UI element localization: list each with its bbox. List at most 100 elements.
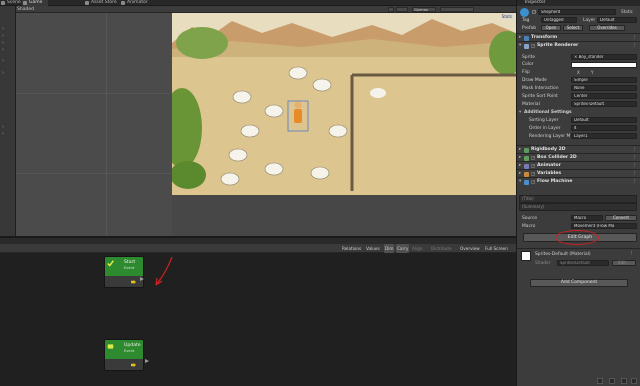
overview-button[interactable]: Overview (460, 244, 480, 253)
sprite-field[interactable]: × Boy_stander (571, 54, 637, 60)
enabled-checkbox[interactable]: ✓ (531, 155, 535, 160)
graph-inspector-panel (172, 195, 516, 236)
flow-title-field[interactable]: (Title) (519, 195, 637, 203)
scene-search-input[interactable] (440, 7, 474, 12)
stats-button[interactable]: Stats (500, 14, 513, 19)
values-toggle[interactable]: Values (366, 244, 380, 253)
node-title: Start (124, 260, 136, 265)
port-arrow-icon[interactable] (145, 359, 149, 363)
enabled-checkbox[interactable]: ✓ (531, 43, 535, 48)
collapse-arrow-icon[interactable]: ▸ (519, 171, 521, 176)
macro-field[interactable]: Movement (Flow Ma (571, 223, 637, 229)
transform-component[interactable]: ▸ Transform ⋮ (517, 33, 640, 41)
bottom-status-icon[interactable] (609, 378, 615, 384)
hierarchy-arrow-icon[interactable]: › (2, 58, 4, 64)
material-field[interactable]: Sprites-Default (571, 101, 637, 107)
collapse-arrow-icon[interactable]: ▸ (519, 147, 521, 152)
sprite-renderer-icon (524, 43, 529, 49)
bottom-status-icon[interactable] (631, 378, 637, 384)
hierarchy-arrow-icon[interactable]: › (2, 40, 4, 46)
bottom-status-icon[interactable] (621, 378, 627, 384)
active-checkbox[interactable]: ✓ (532, 10, 536, 14)
rigidbody2d-component[interactable]: ▸ Rigidbody 2D ⋮ (517, 145, 640, 153)
shading-mode-dropdown[interactable]: Shaded (17, 6, 34, 13)
bottom-status-icon[interactable] (597, 378, 603, 384)
source-dropdown[interactable]: Macro (571, 215, 603, 221)
enabled-checkbox[interactable]: ✓ (531, 163, 535, 168)
hierarchy-arrow-icon[interactable]: › (2, 26, 4, 32)
flip-x-toggle[interactable]: X (577, 70, 580, 75)
static-toggle[interactable]: Static (621, 9, 633, 14)
dim-toggle[interactable]: Dim (384, 244, 395, 253)
effects-toggle-icon[interactable] (396, 7, 408, 12)
mask-interaction-dropdown[interactable]: None (571, 85, 637, 91)
relations-toggle[interactable]: Relations (342, 244, 361, 253)
tag-dropdown[interactable]: Untagged (541, 17, 577, 23)
draw-mode-dropdown[interactable]: Simple (571, 77, 637, 83)
object-name-field[interactable]: Shepherd (538, 9, 616, 15)
port-arrow-icon[interactable] (140, 277, 144, 281)
graph-canvas[interactable]: Start Event Update Event (0, 253, 516, 386)
start-event-node[interactable]: Start Event (104, 256, 144, 288)
flow-output-icon[interactable] (131, 363, 136, 367)
component-menu-icon[interactable]: ⋮ (633, 178, 639, 186)
hierarchy-arrow-icon[interactable]: › (2, 70, 4, 76)
transform-icon (524, 35, 529, 41)
gizmos-dropdown[interactable]: Gizmos (412, 7, 436, 12)
hierarchy-arrow-icon[interactable]: › (2, 131, 4, 137)
material-menu-icon[interactable]: ⋮ (629, 251, 634, 256)
order-in-layer-field[interactable]: 4 (571, 125, 637, 131)
layer-dropdown[interactable]: Default (597, 17, 637, 23)
collider-icon (524, 155, 529, 161)
annotation-arrow (155, 256, 173, 286)
align-dropdown[interactable]: Align (412, 244, 423, 253)
add-component-button[interactable]: Add Component (530, 279, 628, 287)
store-icon (85, 1, 89, 5)
update-event-node[interactable]: Update Event (104, 339, 144, 371)
rendering-layer-dropdown[interactable]: Layer1 (571, 133, 637, 139)
sorting-layer-dropdown[interactable]: Default (571, 117, 637, 123)
collapse-arrow-icon[interactable]: ▸ (519, 155, 521, 160)
inspector-tab[interactable]: Inspector (517, 0, 640, 6)
convert-button[interactable]: Convert (605, 215, 637, 221)
sprite-sort-point-dropdown[interactable]: Center (571, 93, 637, 99)
flow-machine-component[interactable]: ▾ ✓ Flow Machine ⋮ (517, 177, 640, 185)
flow-output-icon[interactable] (131, 280, 136, 284)
flow-summary-field[interactable]: (Summary) (519, 203, 637, 211)
variables-icon (524, 171, 529, 177)
collapse-arrow-icon[interactable]: ▸ (519, 35, 521, 40)
annotation-circle (555, 230, 599, 245)
shader-dropdown[interactable]: Sprites/Default (557, 260, 609, 266)
enabled-checkbox[interactable]: ✓ (531, 171, 535, 176)
audio-toggle-icon[interactable] (388, 7, 394, 12)
distribute-dropdown[interactable]: Distribute (431, 244, 452, 253)
game-background-image: Stats (172, 13, 516, 195)
hierarchy-panel: › › › › › › › › (0, 6, 16, 236)
hierarchy-arrow-icon[interactable]: › (2, 47, 4, 53)
animator-component[interactable]: ▸ ✓ Animator ⋮ (517, 161, 640, 169)
boxcollider2d-component[interactable]: ▸ ✓ Box Collider 2D ⋮ (517, 153, 640, 161)
game-icon (23, 1, 27, 5)
flip-y-toggle[interactable]: Y (591, 70, 593, 75)
variables-component[interactable]: ▸ ✓ Variables ⋮ (517, 169, 640, 177)
prefab-overrides-dropdown[interactable]: Overrides (589, 25, 625, 31)
hierarchy-arrow-icon[interactable]: › (2, 33, 4, 39)
node-subtitle: Event (124, 349, 135, 353)
collapse-arrow-icon[interactable]: ▾ (519, 43, 521, 48)
expand-arrow-icon[interactable]: ▾ (519, 110, 521, 115)
shader-edit-button[interactable]: Edit... (612, 260, 636, 266)
fullscreen-button[interactable]: Full Screen (485, 244, 508, 253)
prefab-select-button[interactable]: Select (563, 25, 583, 31)
animator-icon (524, 163, 529, 169)
prefab-open-button[interactable]: Open (541, 25, 561, 31)
sprite-renderer-component[interactable]: ▾ ✓ Sprite Renderer ⋮ (517, 41, 640, 49)
collapse-arrow-icon[interactable]: ▸ (519, 163, 521, 168)
enabled-checkbox[interactable]: ✓ (531, 179, 535, 184)
carry-toggle[interactable]: Carry (396, 244, 410, 253)
collapse-arrow-icon[interactable]: ▾ (519, 179, 521, 184)
hierarchy-arrow-icon[interactable]: › (2, 124, 4, 130)
component-menu-icon[interactable]: ⋮ (633, 42, 639, 50)
graph-window-tabbar (0, 236, 516, 244)
rigidbody-icon (524, 147, 529, 153)
color-swatch[interactable] (571, 62, 637, 68)
